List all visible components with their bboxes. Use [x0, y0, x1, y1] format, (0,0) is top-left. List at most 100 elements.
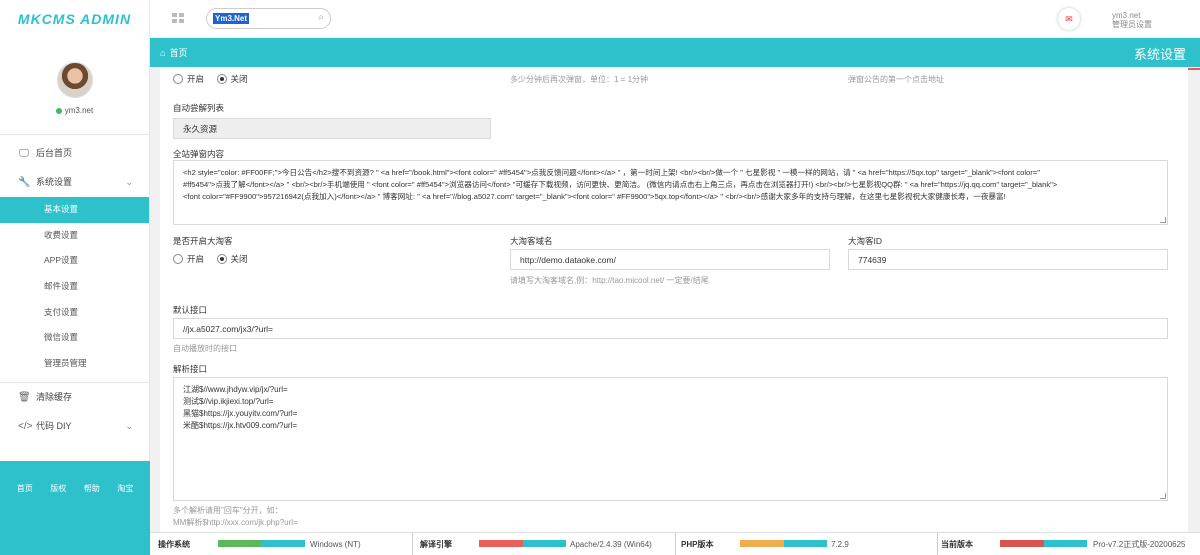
status-value: Apache/2.4.39 (Win64) [570, 540, 652, 549]
popup-off-option[interactable]: 关闭 [216, 74, 248, 84]
online-status-dot [55, 108, 62, 114]
radio-icon[interactable] [173, 74, 183, 84]
user-role: 管理员设置 [1112, 20, 1152, 29]
sidebar-subitem-basic[interactable]: 基本设置 [0, 197, 149, 223]
server-status-bar: 操作系统 Windows (NT) 解译引擎 Apache/2.4.39 (Wi… [150, 532, 1200, 555]
sidebar-item-label: 代码 DIY [36, 420, 72, 431]
site-popup-textarea[interactable]: <h2 style="color: #FF00FF;">今日公告</h2>搜不到… [173, 160, 1168, 225]
sidebar-item-system-settings[interactable]: 🔧 系统设置 ⌄ [0, 168, 149, 197]
footer-link-taobao[interactable]: 淘宝 [117, 483, 133, 494]
status-label: 操作系统 [158, 540, 190, 549]
footer-link-home[interactable]: 首页 [17, 483, 33, 494]
sidebar-item-label: 系统设置 [36, 177, 73, 187]
popup-interval-hint: 多少分钟后再次弹窗，单位：1 = 1分钟 [510, 75, 649, 84]
trash-icon: 🗑 [18, 391, 31, 403]
radio-label: 关闭 [230, 254, 248, 264]
parse-api-line: 黑猫$https://jx.youyitv.com/?url= [183, 409, 298, 418]
radio-icon[interactable] [173, 254, 183, 264]
settings-form: 开启 关闭 多少分钟后再次弹窗，单位：1 = 1分钟 弹窗公告的第一个点击地址 … [160, 67, 1188, 532]
parse-api-line: 测试$//vip.ikjiexi.top/?url= [183, 397, 274, 406]
sidebar: MKCMS ADMIN ym3.net 🖵 后台首页 🔧 系统设置 ⌄ 基本设置 收… [0, 0, 150, 555]
mail-icon: ✉ [1065, 14, 1073, 24]
chevron-down-icon: ⌄ [125, 177, 133, 187]
status-php: PHP版本 7.2.9 [675, 533, 937, 555]
radio-label: 开启 [187, 254, 205, 264]
radio-label: 开启 [187, 74, 205, 84]
parse-api-line: 江湖$//www.jhdyw.vip/jx/?url= [183, 385, 288, 394]
status-engine: 解译引擎 Apache/2.4.39 (Win64) [412, 533, 675, 555]
footer-link-help[interactable]: 帮助 [84, 483, 100, 494]
resize-handle[interactable] [1160, 493, 1166, 499]
auto-parse-label: 自动尝解列表 [173, 103, 225, 113]
mail-button[interactable]: ✉ [1058, 8, 1080, 30]
taoke-on-option[interactable]: 开启 [173, 254, 204, 264]
parse-api-textarea[interactable]: 江湖$//www.jhdyw.vip/jx/?url= 测试$//vip.ikj… [173, 377, 1168, 501]
sidebar-menu: 🖵 后台首页 🔧 系统设置 ⌄ 基本设置 收费设置 APP设置 邮件设置 支付设置 … [0, 134, 149, 441]
sidebar-subitem-admins[interactable]: 管理员管理 [0, 351, 149, 377]
status-value: 7.2.9 [831, 540, 849, 549]
topbar: Ym3.Net ⌕ ✉ ym3.net 管理员设置 [150, 0, 1200, 38]
avatar[interactable] [56, 62, 93, 98]
breadcrumb[interactable]: ⌂ 首页 [160, 46, 187, 59]
sidebar-subitem-charges[interactable]: 收费设置 [0, 223, 149, 249]
sidebar-item-label: 后台首页 [36, 148, 73, 158]
profile-name-row: ym3.net [0, 106, 149, 115]
user-menu[interactable]: ym3.net 管理员设置 [1112, 11, 1152, 29]
status-label: 解译引擎 [420, 540, 452, 549]
default-api-hint: 自动播放时的接口 [173, 344, 237, 353]
status-bar-version [1000, 540, 1087, 547]
sidebar-subitem-mail[interactable]: 邮件设置 [0, 274, 149, 300]
chevron-down-icon: ⌄ [125, 420, 133, 431]
popup-on-option[interactable]: 开启 [173, 74, 204, 84]
parse-api-example: MM解析$http://xxx.com/jk.php?url= [173, 518, 298, 527]
radio-selected-icon[interactable] [216, 74, 227, 84]
site-popup-line: <font color="#FF9900">957216942(点我加入)</f… [183, 192, 1006, 201]
radio-selected-icon[interactable] [216, 254, 227, 264]
parse-api-label: 解析接口 [173, 364, 208, 374]
page-header: ⌂ 首页 系统设置 [150, 38, 1200, 67]
status-label: 当前版本 [941, 540, 973, 549]
code-icon: </> [18, 420, 33, 432]
status-version: 当前版本 Pro-v7.2正式版-20200625 [937, 533, 1200, 555]
taoke-domain-input[interactable]: http://demo.dataoke.com/ [510, 249, 830, 270]
taoke-id-input[interactable]: 774639 [848, 249, 1168, 270]
profile-name: ym3.net [64, 106, 94, 115]
sidebar-item-label: 清除缓存 [36, 391, 73, 402]
wrench-icon: 🔧 [18, 177, 31, 188]
status-bar-php [740, 540, 827, 547]
sidebar-item-code-diy[interactable]: </> 代码 DIY ⌄ [0, 412, 149, 441]
taoke-id-label: 大淘客ID [848, 236, 883, 246]
resize-handle[interactable] [1160, 217, 1166, 223]
footer-links: 首页 版权 帮助 淘宝 [0, 461, 150, 494]
parse-api-line: 米酷$https://jx.htv009.com/?url= [183, 421, 298, 430]
default-api-input[interactable]: //jx.a5027.com/jx3/?url= [173, 318, 1168, 339]
sidebar-subitem-wechat[interactable]: 微信设置 [0, 325, 149, 351]
status-os: 操作系统 Windows (NT) [150, 533, 412, 555]
sidebar-footer: 首页 版权 帮助 淘宝 [0, 461, 150, 555]
search-value: Ym3.Net [213, 13, 250, 24]
user-name: ym3.net [1112, 11, 1141, 20]
taoke-off-option[interactable]: 关闭 [216, 254, 248, 264]
search-input[interactable]: Ym3.Net ⌕ [206, 8, 331, 29]
status-label: PHP版本 [681, 540, 714, 549]
sidebar-subitem-app[interactable]: APP设置 [0, 248, 149, 274]
grid-menu-icon[interactable] [172, 13, 184, 24]
taoke-domain-label: 大淘客域名 [510, 236, 553, 246]
home-icon: ⌂ [160, 48, 166, 58]
breadcrumb-home: 首页 [169, 48, 188, 58]
status-bar-os [218, 540, 305, 547]
monitor-icon: 🖵 [19, 148, 29, 159]
site-popup-line: <h2 style="color: #FF00FF;">今日公告</h2>搜不到… [183, 168, 1040, 177]
status-bar-engine [479, 540, 566, 547]
search-icon[interactable]: ⌕ [318, 12, 324, 23]
footer-link-copyright[interactable]: 版权 [50, 483, 66, 494]
sidebar-item-dashboard[interactable]: 🖵 后台首页 [0, 139, 149, 168]
sidebar-item-clear-cache[interactable]: 🗑 清除缓存 [0, 383, 149, 412]
auto-parse-field[interactable]: 永久资源 [173, 118, 491, 139]
parse-api-hint: 多个解析请用"回车"分开，如： [173, 506, 283, 515]
taoke-label: 是否开启大淘客 [173, 236, 233, 246]
app-logo[interactable]: MKCMS ADMIN [0, 0, 149, 38]
sidebar-subitem-payment[interactable]: 支付设置 [0, 300, 149, 326]
status-value: Pro-v7.2正式版-20200625 [1093, 540, 1186, 549]
default-api-label: 默认接口 [173, 305, 208, 315]
